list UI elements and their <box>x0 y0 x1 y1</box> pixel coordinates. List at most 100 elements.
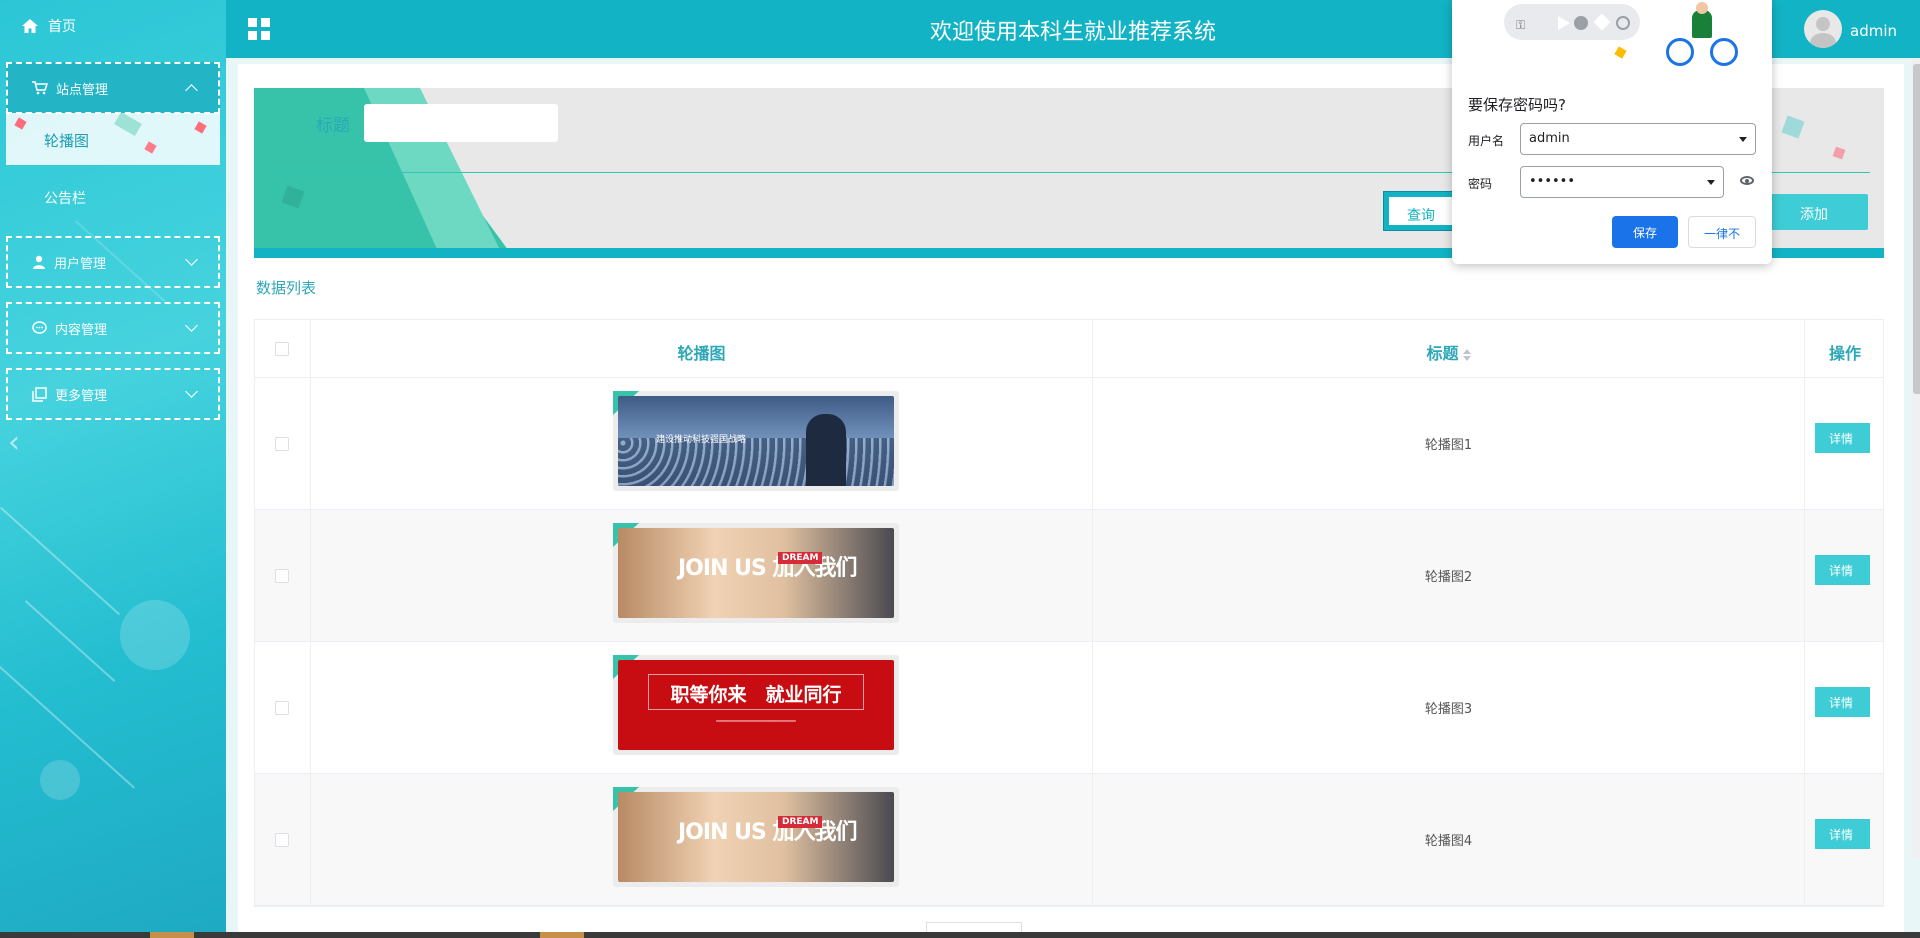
carousel-thumbnail[interactable]: JOIN US 加入我们 DREAM <box>613 523 899 623</box>
detail-button[interactable]: 详情 <box>1815 687 1870 717</box>
username-value: admin <box>1529 131 1570 146</box>
action-cell: 详情 <box>1805 510 1885 641</box>
password-field[interactable]: •••••• <box>1520 166 1724 198</box>
title-cell: 轮播图3 <box>1093 642 1805 773</box>
dropdown-caret-icon <box>1739 137 1747 142</box>
carousel-image: JOIN US 加入我们 DREAM <box>618 528 894 618</box>
avatar[interactable] <box>1804 10 1842 48</box>
sidebar-item-label: 轮播图 <box>44 132 90 150</box>
decor-square <box>1781 115 1805 139</box>
taskbar <box>0 932 1920 938</box>
carousel-image: 职等你来 就业同行 ━━━━━━━━━━━━━━━━━━━━━━ <box>618 660 894 750</box>
row-checkbox[interactable] <box>275 701 289 715</box>
decor-diamond <box>1593 13 1611 31</box>
column-header-title: 标题 <box>1426 344 1459 363</box>
decor-ring <box>1616 16 1630 30</box>
sort-icon[interactable] <box>1462 348 1471 361</box>
decor-square <box>1832 146 1846 160</box>
table-row: 建设推动科技强国战略 轮播图1 详情 <box>255 378 1883 510</box>
row-title: 轮播图1 <box>1424 438 1473 453</box>
header-check-cell <box>255 320 311 377</box>
save-password-button[interactable]: 保存 <box>1612 216 1678 248</box>
decor-rider <box>1692 10 1712 38</box>
check-cell <box>255 510 311 641</box>
image-cell: 职等你来 就业同行 ━━━━━━━━━━━━━━━━━━━━━━ <box>311 642 1093 773</box>
sidebar-item-label: 首页 <box>48 19 76 35</box>
key-icon: ⚿ <box>1516 18 1526 32</box>
decor-blob <box>40 760 80 800</box>
chevron-up-icon <box>185 84 198 97</box>
sidebar-group-site-management[interactable]: 站点管理 <box>6 62 220 114</box>
sidebar-group-label: 内容管理 <box>55 322 108 338</box>
carousel-thumbnail[interactable]: 建设推动科技强国战略 <box>613 391 899 491</box>
scrollbar[interactable] <box>1912 58 1920 858</box>
sidebar-group-label: 用户管理 <box>54 256 107 272</box>
row-checkbox[interactable] <box>275 833 289 847</box>
sidebar-item-home[interactable]: 首页 <box>22 16 76 36</box>
decor-square <box>194 121 207 134</box>
header-cell[interactable]: 标题 <box>1093 320 1805 377</box>
password-value: •••••• <box>1529 174 1576 189</box>
username[interactable]: admin <box>1850 22 1897 40</box>
image-cell: JOIN US 加入我们 DREAM <box>311 510 1093 641</box>
data-list-title: 数据列表 <box>256 279 317 297</box>
row-title: 轮播图2 <box>1424 570 1473 585</box>
add-button[interactable]: 添加 <box>1766 194 1868 230</box>
eye-icon[interactable] <box>1740 176 1754 185</box>
search-title-input[interactable] <box>364 104 558 142</box>
column-header-title-wrap: 标题 <box>1093 340 1804 364</box>
header-cell: 操作 <box>1805 320 1885 377</box>
table-row: JOIN US 加入我们 DREAM 轮播图4 详情 <box>255 774 1883 906</box>
carousel-thumbnail[interactable]: 职等你来 就业同行 ━━━━━━━━━━━━━━━━━━━━━━ <box>613 655 899 755</box>
sidebar-item-notice-board[interactable]: 公告栏 <box>44 188 86 208</box>
taskbar-item[interactable] <box>150 932 194 938</box>
row-title: 轮播图4 <box>1424 834 1473 849</box>
decor-streak <box>0 506 121 616</box>
select-all-checkbox[interactable] <box>275 342 289 356</box>
decor-crowd <box>618 438 894 486</box>
scrollbar-thumb[interactable] <box>1913 64 1920 394</box>
detail-button[interactable]: 详情 <box>1815 555 1870 585</box>
sidebar-group-user-management[interactable]: 用户管理 <box>6 236 220 288</box>
user-icon <box>33 255 45 269</box>
action-cell: 详情 <box>1805 774 1885 905</box>
never-save-button[interactable]: 一律不 <box>1688 216 1756 248</box>
sidebar-item-carousel[interactable]: 轮播图 <box>6 113 220 165</box>
action-cell: 详情 <box>1805 642 1885 773</box>
detail-button[interactable]: 详情 <box>1815 819 1870 849</box>
username-field[interactable]: admin <box>1520 123 1756 155</box>
sidebar: 首页 站点管理 轮播图 公告栏 用户管理 内容管理 更多管理 ‹ <box>0 0 226 938</box>
decor-square <box>14 117 27 130</box>
sidebar-group-label: 站点管理 <box>56 82 109 98</box>
data-table: 轮播图 标题 操作 建设推动科技强国战略 轮播图1 详情 JOIN US 加入我… <box>254 319 1884 907</box>
sidebar-group-more-management[interactable]: 更多管理 <box>6 368 220 420</box>
taskbar-item[interactable] <box>540 932 584 938</box>
row-title: 轮播图3 <box>1424 702 1473 717</box>
carousel-image: JOIN US 加入我们 DREAM <box>618 792 894 882</box>
title-cell: 轮播图1 <box>1093 378 1805 509</box>
row-checkbox[interactable] <box>275 569 289 583</box>
chevron-left-icon: ‹ <box>8 425 20 460</box>
save-password-question: 要保存密码吗? <box>1468 96 1566 114</box>
image-text: 建设推动科技强国战略 <box>656 435 747 445</box>
check-cell <box>255 642 311 773</box>
sidebar-group-label: 更多管理 <box>55 388 108 404</box>
carousel-thumbnail[interactable]: JOIN US 加入我们 DREAM <box>613 787 899 887</box>
decor-triangle <box>1558 16 1570 30</box>
decor-dot <box>1574 16 1588 30</box>
image-tag: DREAM <box>778 552 823 564</box>
save-password-dialog: ⚿ 要保存密码吗? 用户名 admin 密码 •••••• 保存 一律不 <box>1452 0 1772 264</box>
table-row: 职等你来 就业同行 ━━━━━━━━━━━━━━━━━━━━━━ 轮播图3 详情 <box>255 642 1883 774</box>
carousel-image: 建设推动科技强国战略 <box>618 396 894 486</box>
row-checkbox[interactable] <box>275 437 289 451</box>
check-cell <box>255 378 311 509</box>
password-label: 密码 <box>1468 177 1493 191</box>
search-title-label: 标题 <box>316 116 350 136</box>
title-cell: 轮播图4 <box>1093 774 1805 905</box>
decor-wheel <box>1710 38 1738 66</box>
column-header-actions: 操作 <box>1828 344 1861 363</box>
sidebar-group-content-management[interactable]: 内容管理 <box>6 302 220 354</box>
column-header-carousel: 轮播图 <box>677 344 726 363</box>
detail-button[interactable]: 详情 <box>1815 423 1870 453</box>
decor-wheel <box>1666 38 1694 66</box>
